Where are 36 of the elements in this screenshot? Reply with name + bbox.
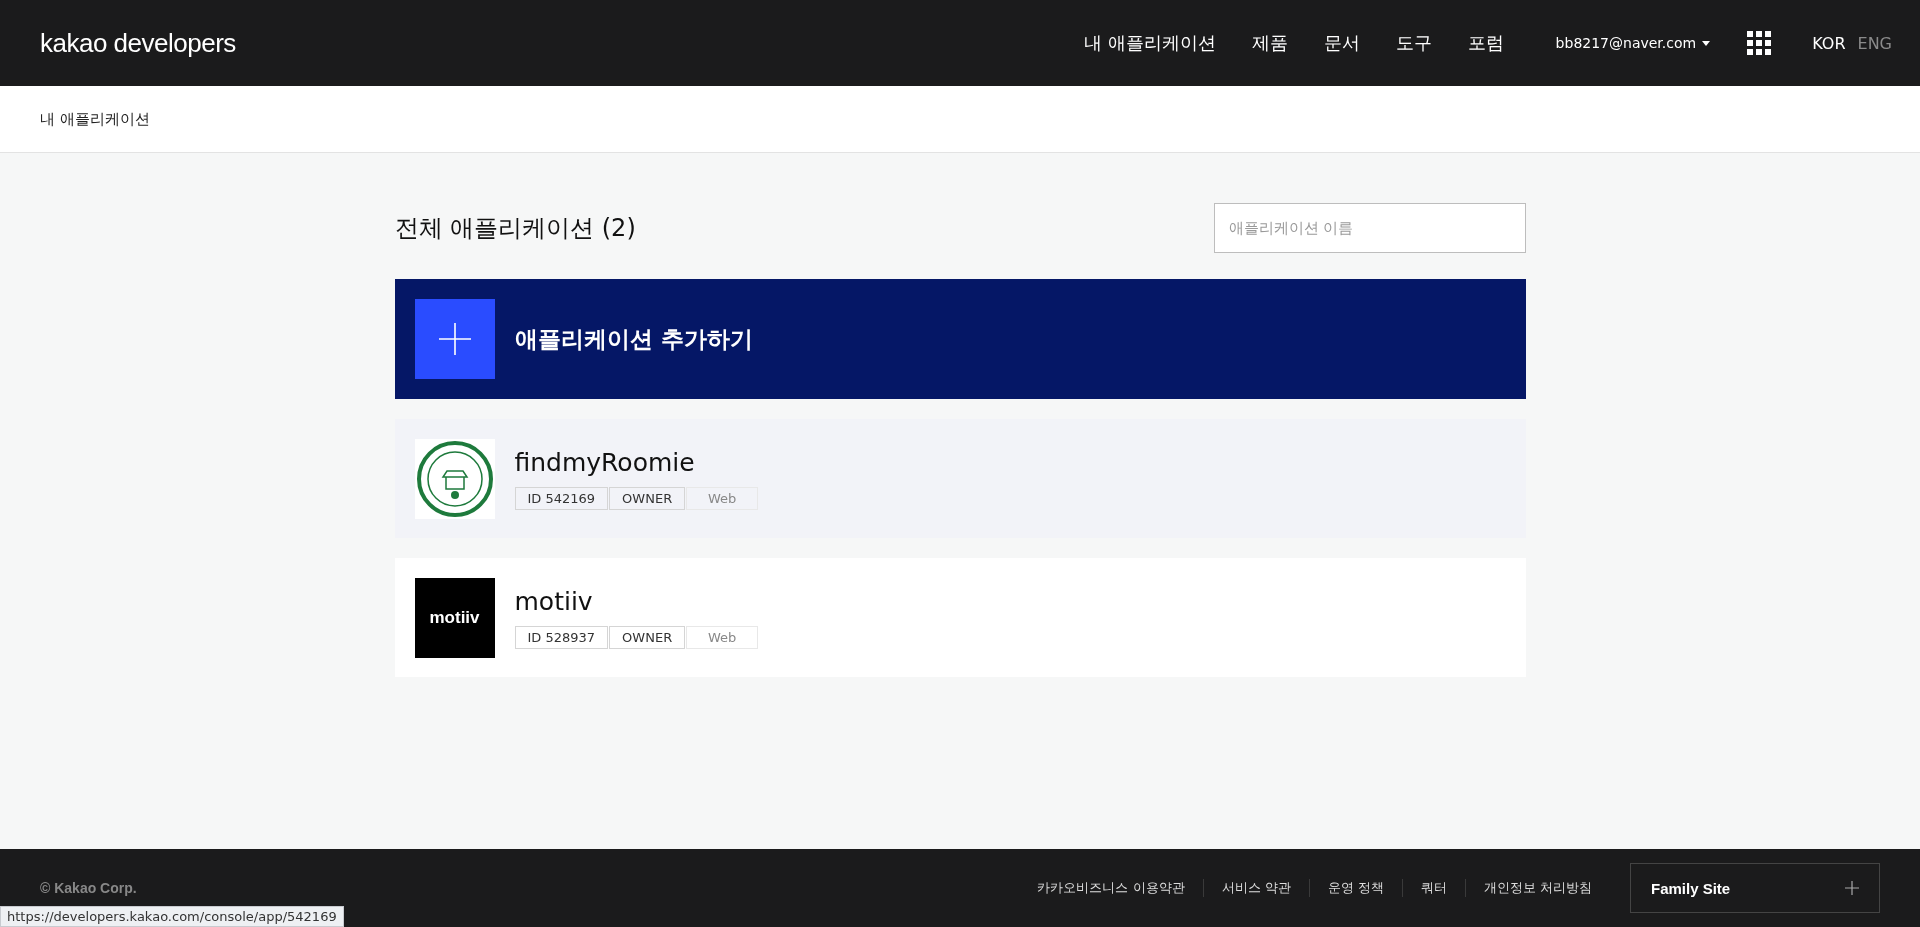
nav-link[interactable]: 도구 [1395, 31, 1432, 55]
copyright: © Kakao Corp. [40, 880, 137, 896]
add-application-button[interactable]: 애플리케이션 추가하기 [394, 279, 1526, 399]
status-url: https://developers.kakao.com/console/app/542169 [0, 906, 344, 927]
nav-link[interactable]: 내 애플리케이션 [1083, 31, 1216, 55]
app-name: findmyRoomie [514, 447, 696, 477]
account-menu[interactable]: bb8217@naver.com [1555, 35, 1711, 51]
apps-grid-icon[interactable] [1746, 30, 1773, 56]
language-link[interactable]: ENG [1857, 33, 1892, 53]
application-row[interactable]: motiiv motiiv ID 528937 OWNER Web [394, 558, 1526, 677]
nav-link[interactable]: 제품 [1251, 31, 1288, 55]
breadcrumb: 내 애플리케이션 [40, 109, 150, 129]
search-field[interactable]: 애플리케이션 이름 [1213, 203, 1526, 253]
page-title: 전체 애플리케이션 (2) [394, 213, 636, 244]
footer-link[interactable]: 쿼터 [1401, 879, 1465, 897]
caret-icon [1702, 40, 1711, 46]
footer-link[interactable]: 개인정보 처리방침 [1464, 879, 1610, 897]
app-tag: OWNER [609, 486, 686, 510]
app-tag: OWNER [609, 625, 686, 649]
footer-link[interactable]: 서비스 약관 [1202, 879, 1309, 897]
plus-icon [1845, 881, 1859, 895]
site-logo[interactable]: kakao developers [40, 27, 236, 59]
app-logo: motiiv [414, 577, 495, 658]
nav-link[interactable]: 문서 [1323, 31, 1360, 55]
footer-link[interactable]: 운영 정책 [1308, 879, 1402, 897]
footer-link[interactable]: 카카오비즈니스 이용약관 [1019, 879, 1203, 897]
family-site-button[interactable]: Family Site [1630, 863, 1880, 913]
app-tag: Web [686, 486, 759, 510]
app-name: motiiv [514, 586, 594, 616]
app-tag: ID 528937 [514, 625, 609, 649]
app-tag: ID 542169 [514, 486, 609, 510]
plus-icon [414, 299, 495, 379]
app-tag: Web [686, 625, 759, 649]
nav-link[interactable]: 포럼 [1467, 31, 1504, 55]
application-row[interactable]: findmyRoomie ID 542169 OWNER Web [394, 419, 1526, 538]
language-link[interactable]: KOR [1812, 33, 1846, 53]
